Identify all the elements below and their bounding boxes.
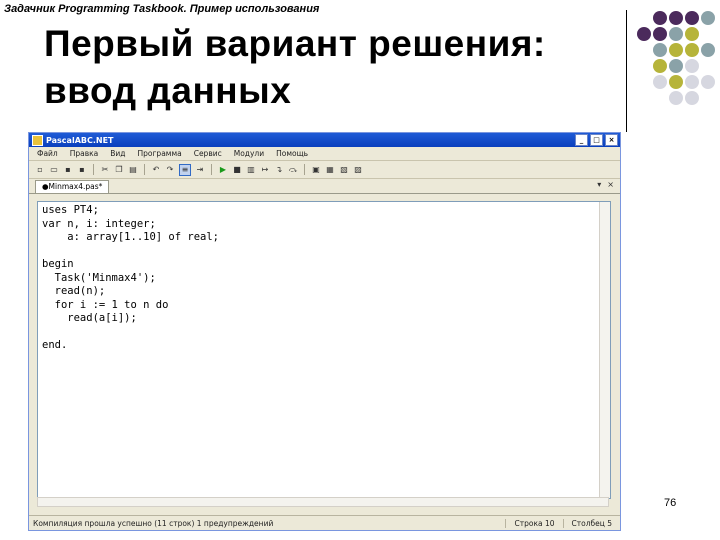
run-icon[interactable]: ▶	[218, 165, 228, 175]
code-line[interactable]: var n, i: integer;	[42, 218, 219, 232]
header-note: Задачник Programming Taskbook. Пример ис…	[4, 3, 320, 15]
code-line[interactable]	[42, 245, 219, 259]
maximize-icon[interactable]: □	[590, 134, 603, 146]
menu-modules[interactable]: Модули	[234, 149, 264, 158]
code-line[interactable]	[42, 326, 219, 340]
code-line[interactable]: end.	[42, 339, 219, 353]
decorative-dot	[685, 43, 699, 57]
ide-titlebar[interactable]: PascalABC.NET _ □ ×	[29, 133, 620, 147]
toolbar: ▫ ▭ ▪ ▪ ✂ ❐ ▤ ↶ ↷ ≡ ⇥ ▶ ■ ▥ ↦ ↴ ⤼ ▣ ▦ ▧ …	[29, 161, 620, 179]
menu-service[interactable]: Сервис	[194, 149, 222, 158]
decorative-dot	[653, 11, 667, 25]
decorative-dot	[637, 27, 651, 41]
code-text[interactable]: uses PT4; var n, i: integer; a: array[1..…	[42, 204, 219, 353]
menu-file[interactable]: Файл	[37, 149, 58, 158]
decorative-dot	[701, 75, 715, 89]
toolbar-separator	[304, 164, 305, 175]
task-icon[interactable]: ▦	[325, 165, 335, 175]
ide-window: PascalABC.NET _ □ × Файл Правка Вид Прог…	[28, 132, 621, 531]
decorative-dot	[653, 75, 667, 89]
decorative-dot	[701, 43, 715, 57]
menu-help[interactable]: Помощь	[276, 149, 308, 158]
decorative-dot	[653, 59, 667, 73]
decorative-dot	[685, 59, 699, 73]
redo-icon[interactable]: ↷	[165, 165, 175, 175]
tab-list-icon[interactable]: ▾	[597, 180, 601, 189]
menu-program[interactable]: Программа	[138, 149, 182, 158]
stop-icon[interactable]: ■	[232, 165, 242, 175]
compile-icon[interactable]: ▥	[246, 165, 256, 175]
window-controls: _ □ ×	[575, 134, 620, 146]
decorative-dot	[669, 27, 683, 41]
decorative-dot-grid	[637, 11, 719, 119]
slide-title-line2: ввод данных	[44, 70, 292, 111]
indent-icon[interactable]: ⇥	[195, 165, 205, 175]
statusbar: Компиляция прошла успешно (11 строк) 1 п…	[29, 515, 620, 530]
decorative-dot	[653, 27, 667, 41]
decorative-dot	[669, 59, 683, 73]
decorative-dot	[701, 11, 715, 25]
code-line[interactable]: Task('Minmax4');	[42, 272, 219, 286]
decorative-dot	[669, 11, 683, 25]
decorative-dot	[669, 75, 683, 89]
decorative-dot	[669, 91, 683, 105]
status-message: Компиляция прошла успешно (11 строк) 1 п…	[33, 518, 274, 528]
open-folder-icon[interactable]: ▭	[49, 165, 59, 175]
undo-icon[interactable]: ↶	[151, 165, 161, 175]
editor-tabstrip: ●Minmax4.pas* ▾ ×	[29, 179, 620, 194]
code-line[interactable]: uses PT4;	[42, 204, 219, 218]
slide-title-line1: Первый вариант решения:	[44, 23, 546, 64]
horizontal-scrollbar[interactable]	[37, 497, 609, 507]
decorative-dot	[669, 43, 683, 57]
new-file-icon[interactable]: ▫	[35, 165, 45, 175]
tab-minmax4[interactable]: ●Minmax4.pas*	[35, 180, 110, 193]
form-icon[interactable]: ▨	[353, 165, 363, 175]
format-code-icon[interactable]: ≡	[179, 163, 191, 176]
code-line[interactable]: a: array[1..10] of real;	[42, 231, 219, 245]
menubar: Файл Правка Вид Программа Сервис Модули …	[29, 147, 620, 161]
status-line: Строка 10	[505, 518, 562, 528]
step-over-icon[interactable]: ⤼	[288, 165, 298, 175]
menu-edit[interactable]: Правка	[70, 149, 99, 158]
code-line[interactable]: for i := 1 to n do	[42, 299, 219, 313]
paste-icon[interactable]: ▤	[128, 165, 138, 175]
vertical-scrollbar[interactable]	[599, 202, 610, 498]
code-line[interactable]: begin	[42, 258, 219, 272]
toolbar-separator	[93, 164, 94, 175]
close-icon[interactable]: ×	[605, 134, 618, 146]
decorative-divider	[626, 10, 627, 132]
decorative-dot	[685, 11, 699, 25]
tab-controls: ▾ ×	[597, 180, 614, 189]
doc-icon[interactable]: ▧	[339, 165, 349, 175]
tab-close-icon[interactable]: ×	[607, 180, 614, 189]
code-line[interactable]: read(n);	[42, 285, 219, 299]
step-into-icon[interactable]: ↴	[274, 165, 284, 175]
save-all-icon[interactable]: ▪	[77, 165, 87, 175]
cut-icon[interactable]: ✂	[100, 165, 110, 175]
code-editor[interactable]: uses PT4; var n, i: integer; a: array[1..…	[37, 201, 611, 499]
toolbar-separator	[144, 164, 145, 175]
decorative-dot	[685, 75, 699, 89]
status-column: Столбец 5	[562, 518, 621, 528]
page-number: 76	[664, 497, 677, 509]
code-line[interactable]: read(a[i]);	[42, 312, 219, 326]
step-icon[interactable]: ↦	[260, 165, 270, 175]
console-icon[interactable]: ▣	[311, 165, 321, 175]
save-icon[interactable]: ▪	[63, 165, 73, 175]
copy-icon[interactable]: ❐	[114, 165, 124, 175]
decorative-dot	[685, 27, 699, 41]
minimize-icon[interactable]: _	[575, 134, 588, 146]
decorative-dot	[685, 91, 699, 105]
menu-view[interactable]: Вид	[110, 149, 125, 158]
toolbar-separator	[211, 164, 212, 175]
window-title: PascalABC.NET	[46, 135, 114, 145]
decorative-dot	[653, 43, 667, 57]
slide-title: Первый вариант решения: ввод данных	[44, 20, 546, 114]
app-icon	[32, 134, 43, 146]
